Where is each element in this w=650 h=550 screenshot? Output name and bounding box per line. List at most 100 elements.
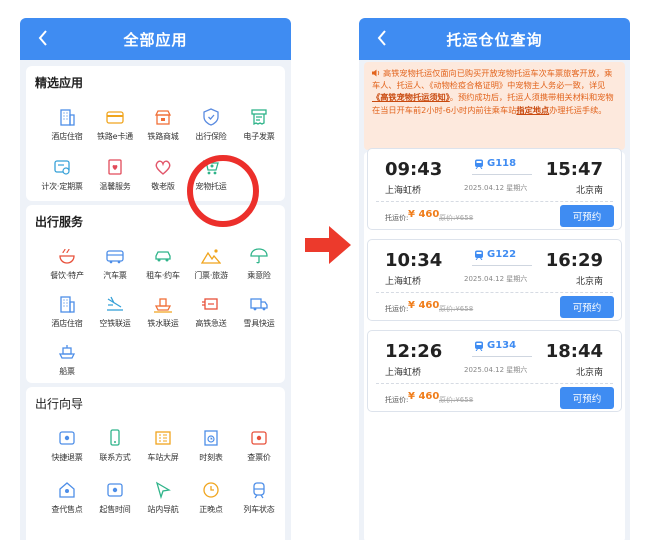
consignment-price: ¥ 460 <box>408 209 440 220</box>
arrival-time: 15:47 <box>545 159 603 180</box>
ticket-icon <box>54 160 70 175</box>
price-label: 托运价: <box>385 214 409 222</box>
boat-icon <box>58 345 76 359</box>
page-title: 托运仓位查询 <box>446 30 543 49</box>
trip-card: 09:43 G118 15:47 上海虹桥 2025.04.12 星期六 北京南… <box>367 148 622 230</box>
pet-consignment-highlight-ring <box>187 155 259 227</box>
location-icon <box>59 482 75 498</box>
departure-time: 09:43 <box>385 159 443 180</box>
car-icon <box>155 251 171 262</box>
navigation-icon <box>155 481 171 499</box>
app-elderly-mode[interactable]: 敬老版 <box>138 158 188 192</box>
phone-icon <box>110 429 120 446</box>
app-sales-agency[interactable]: 查代售点 <box>42 481 92 515</box>
app-quick-refund[interactable]: 快捷退票 <box>42 429 92 463</box>
sale-time-icon <box>107 483 123 497</box>
designated-location-link[interactable]: 指定地点 <box>516 105 549 115</box>
app-rail-water[interactable]: 铁水联运 <box>138 295 188 329</box>
train-icon <box>475 250 483 260</box>
app-periodic-ticket[interactable]: 计次·定期票 <box>34 158 90 192</box>
app-contact-info[interactable]: 联系方式 <box>90 429 140 463</box>
original-price: 原价:¥658 <box>439 214 474 222</box>
food-icon <box>59 248 75 264</box>
app-hotel[interactable]: 酒店住宿 <box>42 108 92 142</box>
app-travel-accident-insurance[interactable]: 乘意险 <box>234 247 284 281</box>
right-arrow-icon <box>305 226 351 264</box>
section-title: 出行服务 <box>35 215 84 229</box>
arrival-station: 北京南 <box>575 186 603 196</box>
app-air-rail[interactable]: 空铁联运 <box>90 295 140 329</box>
app-care-service[interactable]: 温馨服务 <box>90 158 140 192</box>
app-food-specialty[interactable]: 餐饮·特产 <box>42 247 92 281</box>
app-travel-insurance[interactable]: 出行保险 <box>186 108 236 142</box>
clock-icon <box>203 482 219 498</box>
consignment-price: ¥ 460 <box>408 300 440 311</box>
price-icon <box>251 431 267 445</box>
train-number: G134 <box>474 340 516 351</box>
app-train-status[interactable]: 列车状态 <box>234 481 284 515</box>
app-bus-ticket[interactable]: 汽车票 <box>90 247 140 281</box>
consignment-rules-link[interactable]: 《高铁宠物托运须知》 <box>372 92 450 102</box>
app-e-invoice[interactable]: 电子发票 <box>234 108 284 142</box>
arrival-time: 18:44 <box>545 341 603 362</box>
book-button[interactable]: 可预约 <box>560 296 614 318</box>
app-check-fare[interactable]: 查票价 <box>234 429 284 463</box>
book-button[interactable]: 可预约 <box>560 387 614 409</box>
app-boat-ticket[interactable]: 船票 <box>42 343 92 377</box>
departure-time: 12:26 <box>385 341 443 362</box>
arrival-time: 16:29 <box>545 250 603 271</box>
section-title: 精选应用 <box>35 76 84 90</box>
page-title: 全部应用 <box>123 30 188 49</box>
pet-consignment-query-screen: 托运仓位查询 高铁宠物托运仅面向已购买开放宠物托运车次车票旅客开放，乘车人、托运… <box>359 18 630 540</box>
price-label: 托运价: <box>385 305 409 313</box>
service-icon <box>108 159 122 175</box>
departure-station: 上海虹桥 <box>385 186 422 196</box>
arrival-station: 北京南 <box>575 368 603 378</box>
truck-icon <box>250 298 268 311</box>
app-station-navigation[interactable]: 站内导航 <box>138 481 188 515</box>
timetable-icon <box>204 430 218 446</box>
back-arrow-icon[interactable] <box>371 27 393 49</box>
app-snow-gear-express[interactable]: 雪具快运 <box>234 295 284 329</box>
price-label: 托运价: <box>385 396 409 404</box>
bus-icon <box>106 250 124 264</box>
divider <box>376 201 613 202</box>
app-hsr-express[interactable]: 高铁急送 <box>186 295 236 329</box>
divider <box>376 383 613 384</box>
original-price: 原价:¥658 <box>439 396 474 404</box>
app-hotel-2[interactable]: 酒店住宿 <box>42 295 92 329</box>
app-rail-mall[interactable]: 铁路商城 <box>138 108 188 142</box>
ship-rail-icon <box>154 298 172 313</box>
speaker-icon <box>372 69 380 77</box>
shop-icon <box>154 110 172 125</box>
departure-station: 上海虹桥 <box>385 368 422 378</box>
app-car-rental[interactable]: 租车·约车 <box>138 247 188 281</box>
all-apps-screen: 全部应用 精选应用 酒店住宿 铁路e卡通 铁路商城 出行保险 电子发票 计次·定… <box>20 18 291 540</box>
building-icon <box>60 296 75 313</box>
section-travel-guide: 出行向导 快捷退票 联系方式 车站大屏 时刻表 查票价 查代售点 起售时间 站内… <box>26 387 285 540</box>
app-timetable[interactable]: 时刻表 <box>186 429 236 463</box>
app-tickets-tourism[interactable]: 门票·旅游 <box>186 247 236 281</box>
heart-icon <box>155 160 171 175</box>
mountain-icon <box>201 249 221 264</box>
screen-icon <box>155 431 171 445</box>
back-arrow-icon[interactable] <box>32 27 54 49</box>
book-button[interactable]: 可预约 <box>560 205 614 227</box>
travel-date: 2025.04.12 星期六 <box>464 366 528 374</box>
plane-rail-icon <box>107 296 123 311</box>
train-number: G122 <box>474 249 516 260</box>
app-sale-start-time[interactable]: 起售时间 <box>90 481 140 515</box>
original-price: 原价:¥658 <box>439 305 474 313</box>
invoice-icon <box>251 109 267 126</box>
departure-time: 10:34 <box>385 250 443 271</box>
app-station-screen[interactable]: 车站大屏 <box>138 429 188 463</box>
travel-date: 2025.04.12 星期六 <box>464 184 528 192</box>
trip-card: 12:26 G134 18:44 上海虹桥 2025.04.12 星期六 北京南… <box>367 330 622 412</box>
divider <box>376 292 613 293</box>
app-on-time-status[interactable]: 正晚点 <box>186 481 236 515</box>
pet-consignment-notice: 高铁宠物托运仅面向已购买开放宠物托运车次车票旅客开放，乘车人、托运人、《动物检疫… <box>364 62 625 150</box>
app-rail-ecard[interactable]: 铁路e卡通 <box>90 108 140 142</box>
trip-card: 10:34 G122 16:29 上海虹桥 2025.04.12 星期六 北京南… <box>367 239 622 321</box>
route-line <box>472 174 532 175</box>
route-line <box>472 356 532 357</box>
